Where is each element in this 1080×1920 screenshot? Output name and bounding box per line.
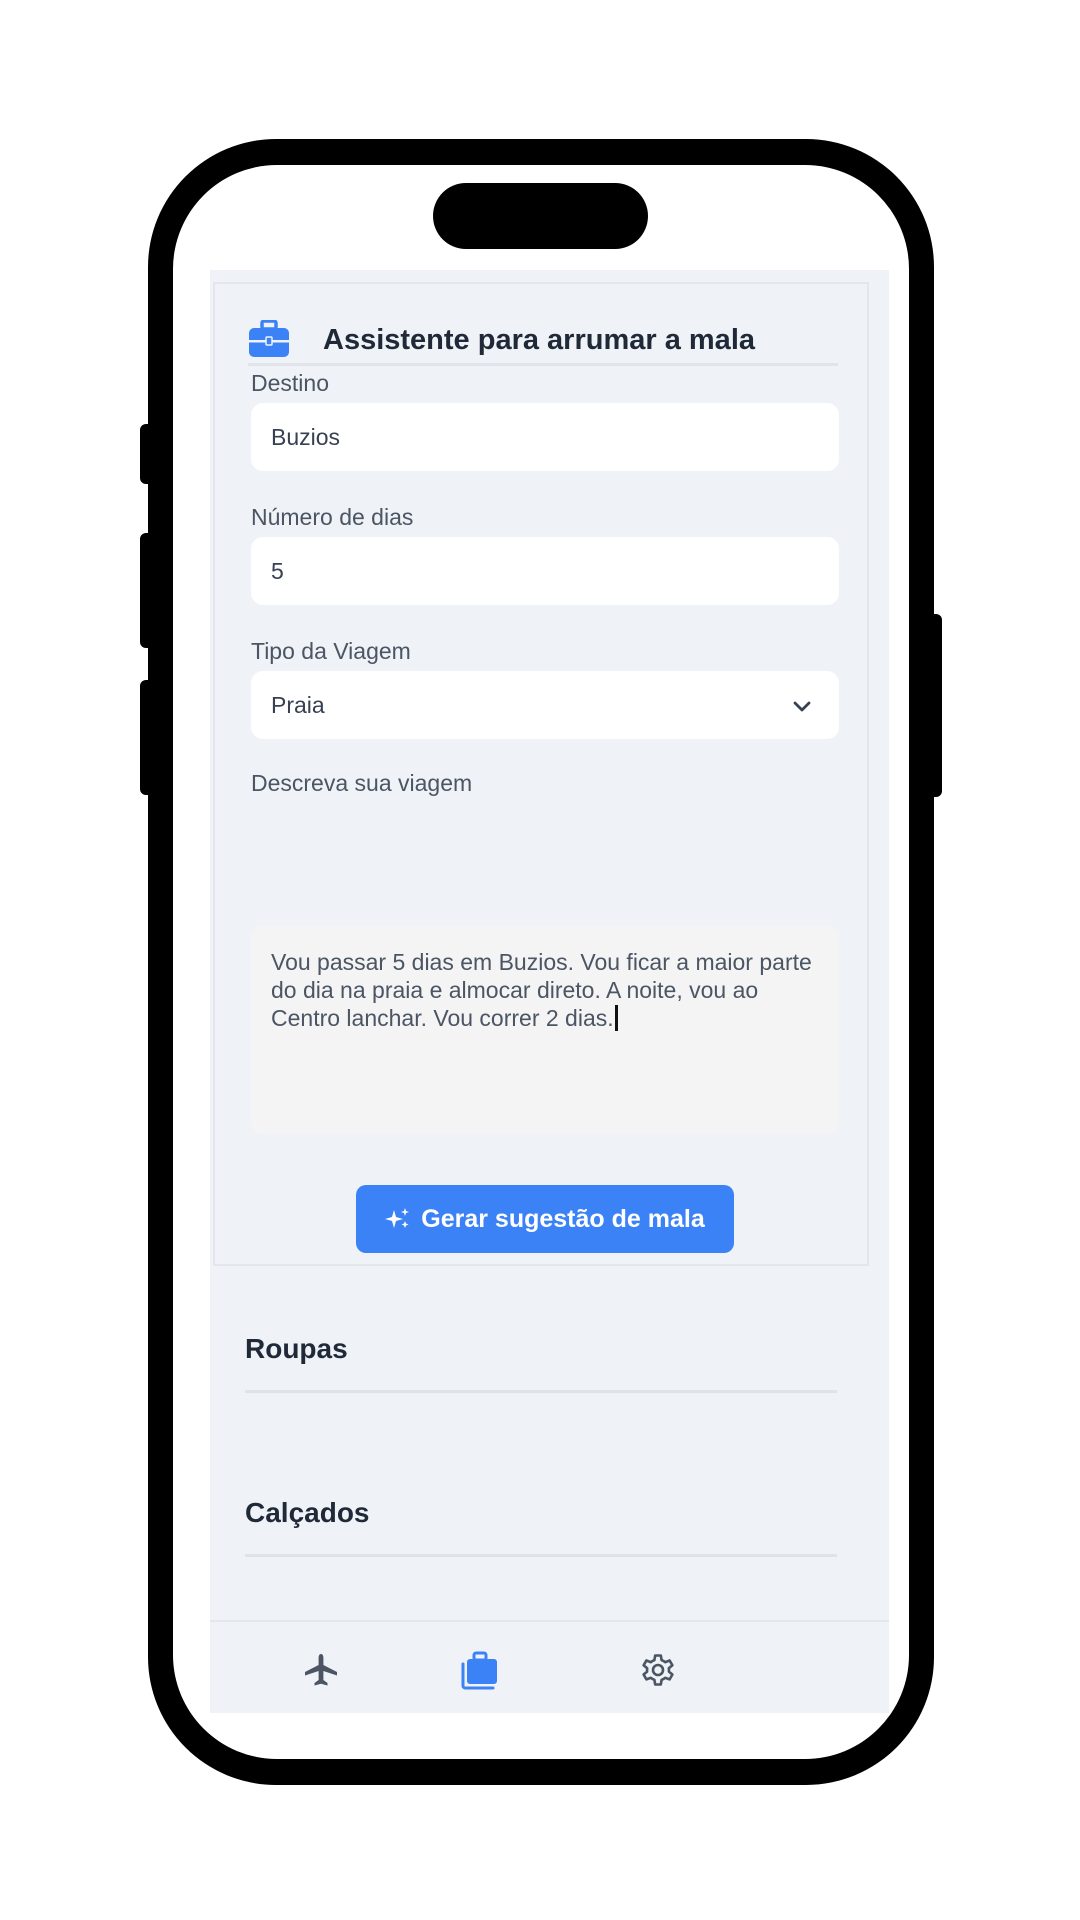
text-cursor xyxy=(614,1005,618,1031)
phone-volume-up-button xyxy=(140,533,154,648)
section-divider xyxy=(245,1390,837,1393)
nav-item-settings[interactable] xyxy=(638,1650,678,1690)
briefcase-icon xyxy=(249,320,289,357)
dias-label: Número de dias xyxy=(251,504,414,530)
generate-button-label: Gerar sugestão de mala xyxy=(421,1204,705,1233)
card-title: Assistente para arrumar a mala xyxy=(323,324,755,356)
dynamic-island xyxy=(433,183,648,249)
bottom-navigation xyxy=(210,1620,889,1713)
descricao-text: Vou passar 5 dias em Buzios. Vou ficar a… xyxy=(271,949,812,1031)
sparkles-icon xyxy=(385,1208,410,1228)
tipo-label: Tipo da Viagem xyxy=(251,638,411,664)
packing-assistant-card: Assistente para arrumar a mala Destino B… xyxy=(213,282,869,1266)
airplane-icon xyxy=(305,1654,337,1686)
generate-suggestion-button[interactable]: Gerar sugestão de mala xyxy=(356,1185,734,1253)
section-title-calcados: Calçados xyxy=(245,1497,370,1528)
phone-volume-down-button xyxy=(140,680,154,795)
descricao-textarea[interactable]: Vou passar 5 dias em Buzios. Vou ficar a… xyxy=(251,926,839,1134)
destino-label: Destino xyxy=(251,370,329,396)
section-divider xyxy=(245,1554,837,1557)
phone-power-button xyxy=(928,614,942,797)
dias-input[interactable]: 5 xyxy=(251,537,839,605)
phone-mute-switch xyxy=(140,424,154,484)
gear-icon xyxy=(642,1654,674,1686)
app-screen: Assistente para arrumar a mala Destino B… xyxy=(210,270,889,1713)
descricao-label: Descreva sua viagem xyxy=(251,770,473,796)
card-header: Assistente para arrumar a mala xyxy=(248,306,838,366)
luggage-icon xyxy=(461,1651,497,1690)
chevron-down-icon xyxy=(793,701,811,712)
nav-item-trips[interactable] xyxy=(301,1650,341,1690)
tipo-selected-value: Praia xyxy=(271,692,325,718)
destino-input[interactable]: Buzios xyxy=(251,403,839,471)
tipo-select[interactable]: Praia xyxy=(251,671,839,739)
section-title-roupas: Roupas xyxy=(245,1333,348,1364)
nav-item-packing[interactable] xyxy=(460,1650,500,1690)
